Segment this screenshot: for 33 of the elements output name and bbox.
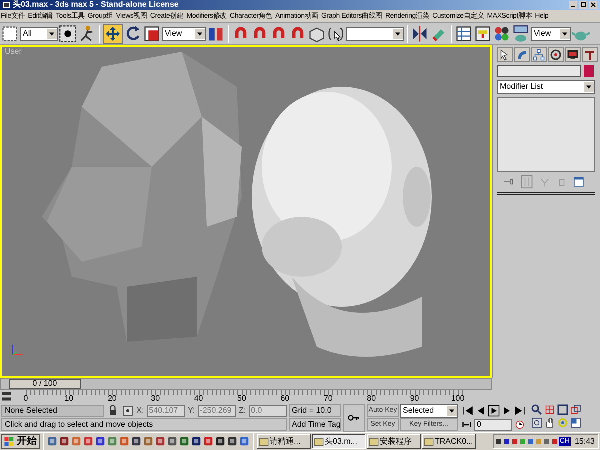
- tick-label: 70: [324, 395, 333, 403]
- tick-label: 0: [24, 395, 28, 403]
- tick-label: 60: [280, 395, 290, 403]
- tick-label: 20: [108, 395, 117, 403]
- coordinate-system-dropdown[interactable]: View: [162, 26, 206, 40]
- tick-label: 90: [410, 395, 420, 403]
- add-time-tag-button[interactable]: Add Time Tag: [289, 418, 341, 431]
- selection-status: None Selected: [1, 404, 104, 416]
- coordinate-label: Y:: [188, 406, 196, 414]
- tick-label: 40: [194, 395, 204, 403]
- start-button[interactable]: 开始: [1, 434, 40, 449]
- time-slider-track[interactable]: 0 / 100: [0, 378, 492, 390]
- modifier-list-dropdown[interactable]: Modifier List: [497, 80, 595, 94]
- key-mode-dropdown[interactable]: Selected: [400, 404, 458, 418]
- clock: 15:43: [574, 436, 595, 448]
- grid-size-status: Grid = 10.0: [289, 404, 341, 417]
- taskbar-button[interactable]: 头03.m...: [312, 434, 366, 449]
- coordinate-label: X:: [136, 406, 144, 414]
- coordinate-label: Z:: [239, 406, 246, 414]
- window-title: 头03.max - 3ds max 5 - Stand-alone License: [13, 1, 179, 9]
- tick-label: 80: [367, 395, 376, 403]
- tick-label: 100: [451, 395, 465, 403]
- taskbar-button[interactable]: 请精通...: [257, 434, 311, 449]
- tick-label: 30: [151, 395, 160, 403]
- render-type-dropdown[interactable]: View: [531, 26, 571, 40]
- selection-filter-dropdown[interactable]: All: [20, 26, 58, 40]
- viewport-label: User: [5, 48, 22, 56]
- tick-label: 10: [64, 395, 74, 403]
- current-frame-field[interactable]: 0: [474, 418, 512, 430]
- tick-label: 50: [238, 395, 246, 403]
- taskbar-button[interactable]: TRACK0...: [422, 434, 476, 449]
- taskbar-button[interactable]: 安装程序: [367, 434, 421, 449]
- time-slider-thumb[interactable]: 0 / 100: [9, 379, 81, 389]
